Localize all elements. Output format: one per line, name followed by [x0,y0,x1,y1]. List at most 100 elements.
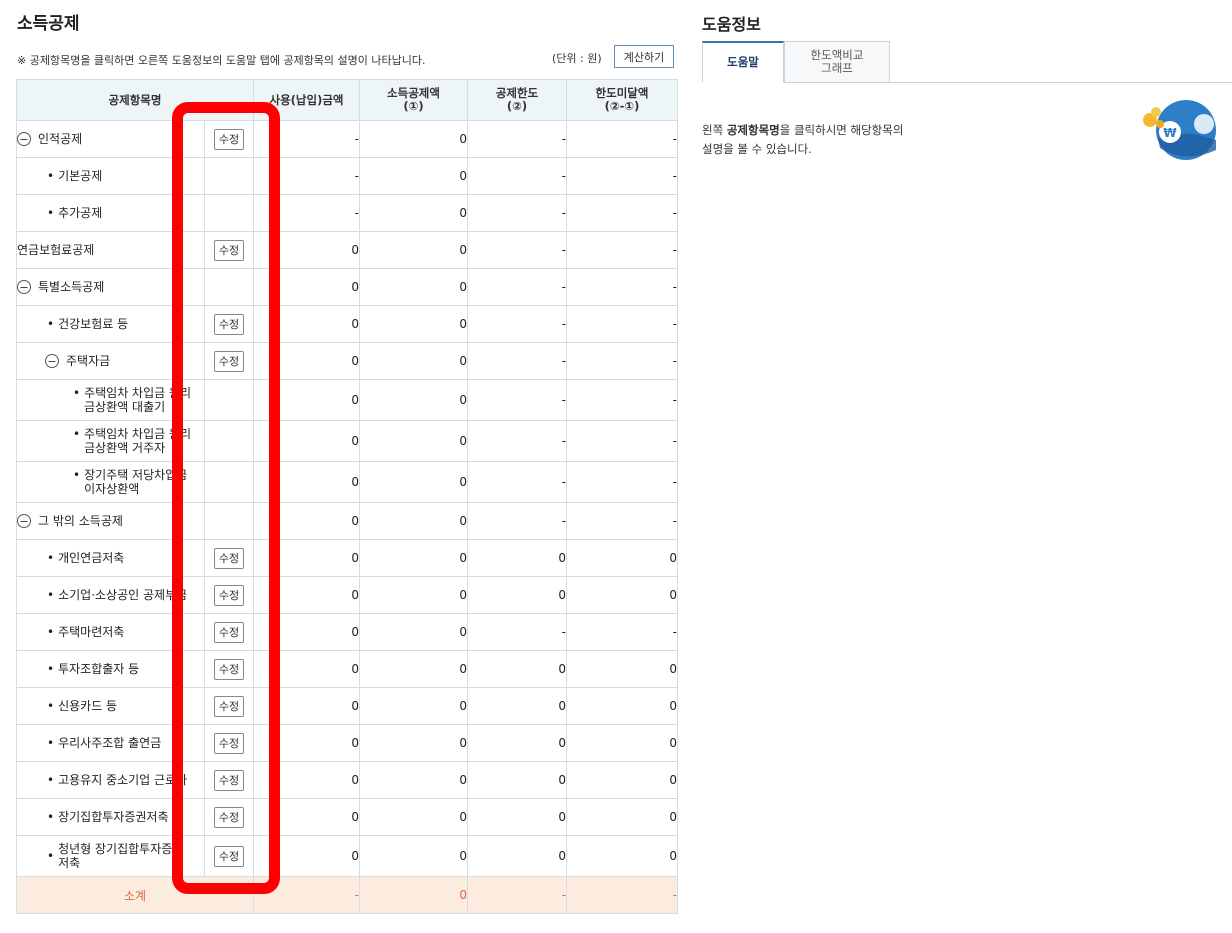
help-text-suffix: 을 클릭하시면 해당항목의 [779,123,904,137]
edit-button[interactable]: 수정 [214,769,244,791]
row-item-name[interactable]: 연금보험료공제 [17,243,204,257]
row-item-name-cell[interactable]: − 인적공제 [16,120,205,158]
row-item-name[interactable]: • 청년형 장기집합투자증권 저축 [17,842,204,870]
bullet-icon: • [47,206,55,220]
row-item-name[interactable]: − 주택자금 [17,354,204,368]
row-item-name-cell[interactable]: 연금보험료공제 [16,231,205,269]
row-item-name-cell[interactable]: • 개인연금저축 [16,539,205,577]
edit-button[interactable]: 수정 [214,584,244,606]
row-edit-cell: 수정 [204,798,254,836]
row-shortfall-value: - [566,194,678,232]
row-item-name-cell[interactable]: − 특별소득공제 [16,268,205,306]
row-limit-value: - [467,379,567,421]
row-item-name[interactable]: • 신용카드 등 [17,699,204,713]
edit-button[interactable]: 수정 [214,658,244,680]
row-deduction-value: 0 [359,120,468,158]
header-deduction: 소득공제액 (①) [359,79,468,121]
minus-circle-icon[interactable]: − [17,514,31,528]
row-item-name-cell[interactable]: • 청년형 장기집합투자증권 저축 [16,835,205,877]
row-paid-value: 0 [253,761,360,799]
row-item-name-cell[interactable]: • 추가공제 [16,194,205,232]
row-shortfall-value: 0 [566,724,678,762]
row-item-name-cell[interactable]: • 장기주택 저당차입금 이자상환액 [16,461,205,503]
edit-button[interactable]: 수정 [214,128,244,150]
row-deduction-value: 0 [359,687,468,725]
edit-button[interactable]: 수정 [214,845,244,867]
minus-circle-icon[interactable]: − [17,132,31,146]
row-item-name[interactable]: • 우리사주조합 출연금 [17,736,204,750]
subtotal-paid-value: - [253,876,360,914]
row-edit-cell: 수정 [204,687,254,725]
row-item-name-cell[interactable]: • 소기업·소상공인 공제부금 [16,576,205,614]
bullet-icon: • [47,625,55,639]
row-item-label: 기본공제 [58,169,103,183]
row-item-name[interactable]: • 장기주택 저당차입금 이자상환액 [17,468,204,496]
edit-button[interactable]: 수정 [214,732,244,754]
row-limit-value: - [467,305,567,343]
edit-button[interactable]: 수정 [214,806,244,828]
row-item-name-cell[interactable]: • 고용유지 중소기업 근로자 [16,761,205,799]
row-item-name[interactable]: • 건강보험료 등 [17,317,204,331]
row-item-name[interactable]: • 주택임차 차입금 원리 금상환액 거주자 [17,427,204,455]
table-row: • 장기주택 저당차입금 이자상환액 0 0- - [16,461,678,503]
edit-button[interactable]: 수정 [214,695,244,717]
row-edit-cell [204,379,254,421]
edit-button[interactable]: 수정 [214,239,244,261]
calculate-button[interactable]: 계산하기 [614,45,674,68]
row-item-name[interactable]: • 추가공제 [17,206,204,220]
tab-limit-graph[interactable]: 한도액비교 그래프 [784,41,890,83]
row-item-name[interactable]: • 개인연금저축 [17,551,204,565]
table-row: • 주택임차 차입금 원리 금상환액 거주자 0 0- - [16,420,678,462]
bullet-icon: • [47,699,55,713]
row-item-name-cell[interactable]: • 기본공제 [16,157,205,195]
row-item-name-cell[interactable]: • 주택마련저축 [16,613,205,651]
minus-circle-icon[interactable]: − [45,354,59,368]
row-limit-value: 0 [467,835,567,877]
row-shortfall-value: 0 [566,539,678,577]
edit-button[interactable]: 수정 [214,313,244,335]
row-paid-value: 0 [253,379,360,421]
row-limit-value: - [467,502,567,540]
bullet-icon: • [47,169,55,183]
row-item-name[interactable]: − 그 밖의 소득공제 [17,514,204,528]
row-item-name-cell[interactable]: • 주택임차 차입금 원리 금상환액 대출기 [16,379,205,421]
help-text-prefix: 왼쪽 [702,123,727,137]
row-item-name-cell[interactable]: • 투자조합출자 등 [16,650,205,688]
row-item-name-cell[interactable]: • 우리사주조합 출연금 [16,724,205,762]
row-item-name-cell[interactable]: • 신용카드 등 [16,687,205,725]
row-item-name-cell[interactable]: − 그 밖의 소득공제 [16,502,205,540]
row-shortfall-value: - [566,157,678,195]
row-item-name-cell[interactable]: • 주택임차 차입금 원리 금상환액 거주자 [16,420,205,462]
edit-button[interactable]: 수정 [214,621,244,643]
row-paid-value: 0 [253,687,360,725]
row-item-name[interactable]: • 소기업·소상공인 공제부금 [17,588,204,602]
minus-circle-icon[interactable]: − [17,280,31,294]
row-edit-cell [204,157,254,195]
row-item-label: 연금보험료공제 [17,243,95,257]
row-item-name-cell[interactable]: • 건강보험료 등 [16,305,205,343]
row-shortfall-value: - [566,461,678,503]
row-limit-value: 0 [467,650,567,688]
row-deduction-value: 0 [359,761,468,799]
row-shortfall-value: - [566,268,678,306]
row-item-name[interactable]: • 주택마련저축 [17,625,204,639]
row-item-name-cell[interactable]: − 주택자금 [16,342,205,380]
row-item-name[interactable]: − 특별소득공제 [17,280,204,294]
row-item-name[interactable]: • 기본공제 [17,169,204,183]
row-item-name[interactable]: • 고용유지 중소기업 근로자 [17,773,204,787]
row-item-name[interactable]: − 인적공제 [17,132,204,146]
bullet-icon: • [47,662,55,676]
row-paid-value: 0 [253,576,360,614]
edit-button[interactable]: 수정 [214,350,244,372]
table-row: • 고용유지 중소기업 근로자 수정 0 0 0 0 [16,761,678,799]
help-description: 왼쪽 공제항목명을 클릭하시면 해당항목의 설명을 볼 수 있습니다. [702,121,903,159]
row-shortfall-value: 0 [566,835,678,877]
row-item-name[interactable]: • 장기집합투자증권저축 [17,810,204,824]
row-item-name[interactable]: • 투자조합출자 등 [17,662,204,676]
edit-button[interactable]: 수정 [214,547,244,569]
row-item-name-cell[interactable]: • 장기집합투자증권저축 [16,798,205,836]
row-item-name[interactable]: • 주택임차 차입금 원리 금상환액 대출기 [17,386,204,414]
row-deduction-value: 0 [359,305,468,343]
tab-help[interactable]: 도움말 [702,41,784,83]
row-item-label: 주택마련저축 [58,625,125,639]
